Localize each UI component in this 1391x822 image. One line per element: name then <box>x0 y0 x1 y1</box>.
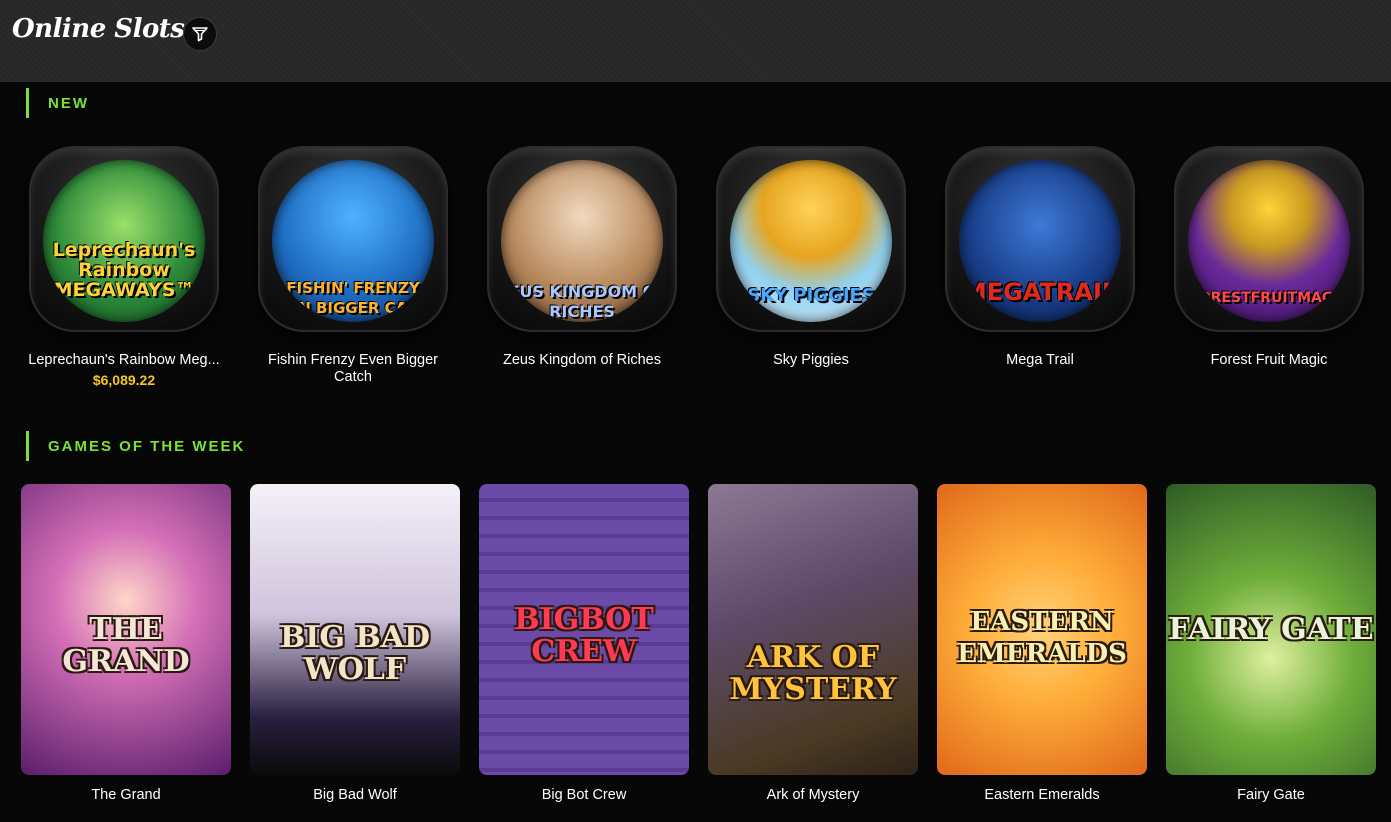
game-logo: ARK OF MYSTERY <box>729 640 897 707</box>
game-logo: BIGBOT CREW <box>514 602 654 669</box>
game-logo: SKY PIGGIES <box>747 285 875 306</box>
game-logo: ZEUS KINGDOM OF RICHES <box>501 282 663 321</box>
game-logo: BIG BAD WOLF <box>279 620 431 687</box>
game-logo: THE GRAND <box>62 612 190 679</box>
game-card-leprechauns-rainbow[interactable]: Leprechaun's Rainbow MEGAWAYS™ Leprechau… <box>20 146 220 396</box>
game-thumbnail-frame: FISHIN' FRENZY EVEN BIGGER CATCH <box>258 146 448 332</box>
section-heading-new: NEW <box>26 88 89 118</box>
game-art: ARK OF MYSTERY <box>708 484 918 775</box>
jackpot-amount: $6,089.22 <box>92 372 156 388</box>
game-thumbnail-frame: Leprechaun's Rainbow MEGAWAYS™ <box>29 146 219 332</box>
game-logo: Leprechaun's Rainbow MEGAWAYS™ <box>52 239 196 301</box>
game-title: Sky Piggies <box>773 352 849 368</box>
game-art: THE GRAND <box>21 484 231 775</box>
game-title: Ark of Mystery <box>766 787 860 803</box>
game-thumbnail-frame: SKY PIGGIES <box>716 146 906 332</box>
game-logo: FORESTFRUITMAGIC <box>1189 290 1349 306</box>
game-card-sky-piggies[interactable]: SKY PIGGIES Sky Piggies <box>707 146 907 396</box>
game-title: Fishin Frenzy Even Bigger Catch <box>267 352 439 385</box>
game-art: SKY PIGGIES <box>730 160 892 322</box>
filter-button[interactable] <box>183 17 217 51</box>
game-art: EASTERN EMERALDS <box>937 484 1147 775</box>
game-thumbnail-frame: MEGATRAIL <box>945 146 1135 332</box>
game-art: FISHIN' FRENZY EVEN BIGGER CATCH <box>272 160 434 322</box>
game-title: Big Bot Crew <box>541 787 627 803</box>
game-title: Mega Trail <box>1006 352 1074 368</box>
game-title: Forest Fruit Magic <box>1210 352 1328 368</box>
game-title: Leprechaun's Rainbow Meg... <box>28 352 220 368</box>
game-logo: MEGATRAIL <box>962 278 1118 306</box>
games-of-week-row: THE GRAND The Grand BIG BAD WOLF Big Bad… <box>0 484 1391 814</box>
section-heading-games-of-the-week: GAMES OF THE WEEK <box>26 431 245 461</box>
game-card-fishin-frenzy[interactable]: FISHIN' FRENZY EVEN BIGGER CATCH Fishin … <box>249 146 449 396</box>
game-art: FORESTFRUITMAGIC <box>1188 160 1350 322</box>
game-logo: FISHIN' FRENZY EVEN BIGGER CATCH <box>272 279 434 317</box>
game-logo: FAIRY GATE <box>1168 612 1374 647</box>
game-title: Big Bad Wolf <box>313 787 397 803</box>
game-art: ZEUS KINGDOM OF RICHES <box>501 160 663 322</box>
game-title: Eastern Emeralds <box>984 787 1100 803</box>
game-title: Fairy Gate <box>1237 787 1305 803</box>
game-card-mega-trail[interactable]: MEGATRAIL Mega Trail <box>936 146 1136 396</box>
game-thumbnail-frame: ZEUS KINGDOM OF RICHES <box>487 146 677 332</box>
page-title: Online Slots <box>12 14 185 44</box>
game-art: Leprechaun's Rainbow MEGAWAYS™ <box>43 160 205 322</box>
game-art: BIGBOT CREW <box>479 484 689 775</box>
game-card-forest-fruit-magic[interactable]: FORESTFRUITMAGIC Forest Fruit Magic <box>1165 146 1365 396</box>
game-logo: EASTERN EMERALDS <box>957 607 1127 669</box>
game-title: The Grand <box>91 787 161 803</box>
game-thumbnail-frame: FORESTFRUITMAGIC <box>1174 146 1364 332</box>
new-games-row: Leprechaun's Rainbow MEGAWAYS™ Leprechau… <box>0 146 1391 396</box>
game-art: FAIRY GATE <box>1166 484 1376 775</box>
game-art: MEGATRAIL <box>959 160 1121 322</box>
filter-funnel-icon <box>192 27 208 42</box>
game-title: Zeus Kingdom of Riches <box>503 352 661 368</box>
game-card-zeus-kingdom[interactable]: ZEUS KINGDOM OF RICHES Zeus Kingdom of R… <box>478 146 678 396</box>
game-art: BIG BAD WOLF <box>250 484 460 775</box>
top-bar: Online Slots <box>0 0 1391 82</box>
